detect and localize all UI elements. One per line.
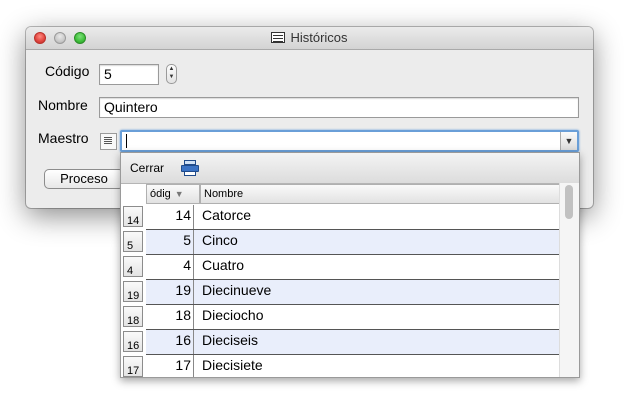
cell-codigo: 14	[146, 205, 194, 229]
proceso-button[interactable]: Proceso	[44, 169, 124, 189]
maestro-label: Maestro	[38, 130, 89, 146]
window-title-text: Históricos	[290, 30, 348, 45]
cerrar-button[interactable]: Cerrar	[130, 161, 164, 175]
column-header-nombre[interactable]: Nombre	[200, 184, 561, 204]
cell-nombre: Diecisiete	[202, 357, 263, 373]
printer-icon[interactable]	[181, 160, 199, 176]
chevron-down-icon[interactable]: ▼	[560, 132, 577, 150]
form-window-icon	[271, 32, 286, 43]
cell-codigo: 16	[146, 330, 194, 354]
table-row[interactable]: 16 Dieciseis	[146, 330, 561, 355]
column-header-codigo-label: ódig	[150, 188, 171, 200]
cell-codigo: 19	[146, 280, 194, 304]
window-title: Históricos	[26, 30, 593, 45]
popup-toolbar: Cerrar	[121, 153, 579, 184]
table-row[interactable]: 4 Cuatro	[146, 255, 561, 280]
maestro-lookup-popup: Cerrar ódig ▼ Nombre 14 5 4 19 18 16 17 1…	[120, 152, 580, 378]
maestro-combo[interactable]: ▼	[120, 130, 579, 152]
stepper-arrows-icon[interactable]: ▲ ▼	[166, 64, 177, 84]
table-row[interactable]: 17 Diecisiete	[146, 355, 561, 377]
cell-nombre: Catorce	[202, 207, 252, 223]
codigo-label: Código	[45, 63, 90, 79]
row-header[interactable]: 4	[123, 256, 143, 277]
cell-nombre: Cuatro	[202, 257, 245, 273]
codigo-field[interactable]: 5	[99, 64, 159, 85]
row-header[interactable]: 14	[123, 206, 143, 227]
lookup-list-icon[interactable]	[100, 133, 117, 150]
row-header[interactable]: 17	[123, 356, 143, 377]
nombre-label: Nombre	[38, 97, 88, 113]
cell-codigo: 18	[146, 305, 194, 329]
cell-nombre: Dieciocho	[202, 307, 264, 323]
table-row[interactable]: 19 Diecinueve	[146, 280, 561, 305]
row-header[interactable]: 5	[123, 231, 143, 252]
column-header-codigo[interactable]: ódig ▼	[146, 184, 200, 204]
cell-nombre: Diecinueve	[202, 282, 272, 298]
title-bar[interactable]: Históricos	[26, 27, 593, 50]
text-caret	[126, 134, 127, 148]
cell-nombre: Cinco	[202, 232, 238, 248]
sort-descending-icon: ▼	[174, 189, 184, 199]
nombre-field[interactable]: Quintero	[99, 97, 579, 118]
table-row[interactable]: 14 Catorce	[146, 205, 561, 230]
cell-nombre: Dieciseis	[202, 332, 259, 348]
cell-codigo: 4	[146, 255, 194, 279]
row-header[interactable]: 18	[123, 306, 143, 327]
row-header[interactable]: 19	[123, 281, 143, 302]
vertical-scrollbar[interactable]	[559, 183, 579, 377]
row-header[interactable]: 16	[123, 331, 143, 352]
table-row[interactable]: 18 Dieciocho	[146, 305, 561, 330]
cell-codigo: 17	[146, 355, 194, 377]
table-row[interactable]: 5 Cinco	[146, 230, 561, 255]
cell-codigo: 5	[146, 230, 194, 254]
scrollbar-thumb[interactable]	[565, 185, 573, 219]
